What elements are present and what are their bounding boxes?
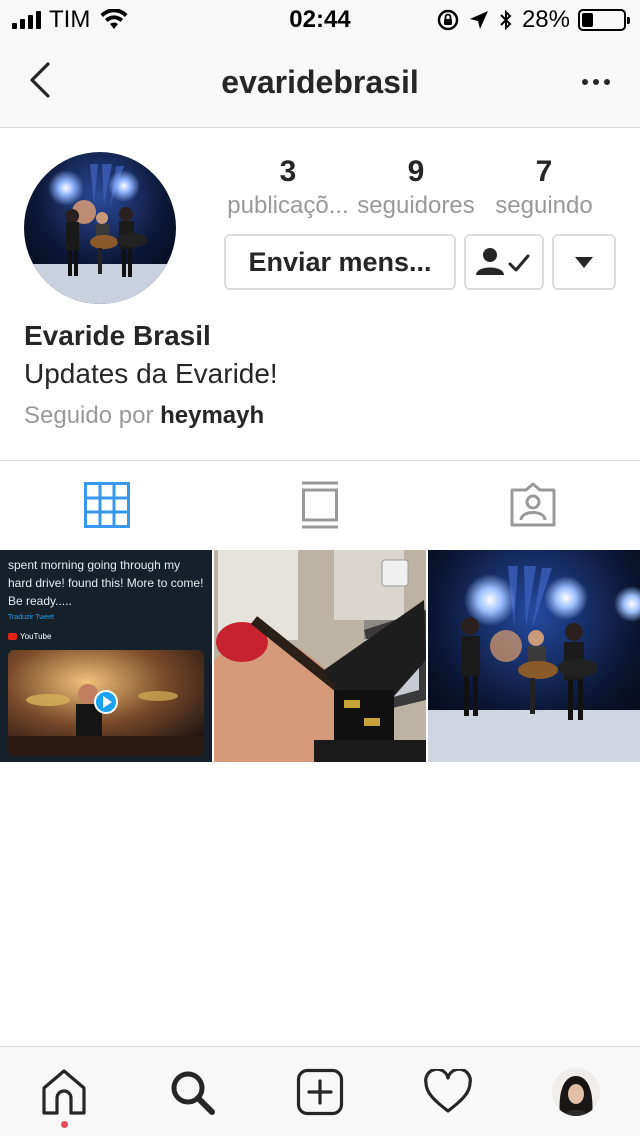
battery-percent: 28%	[521, 6, 570, 33]
rotation-lock-icon	[437, 9, 459, 31]
tab-grid[interactable]	[0, 461, 213, 548]
profile-tabs	[0, 460, 640, 548]
posts-label: publicaçõ...	[227, 194, 349, 218]
youtube-label: YouTube	[20, 632, 52, 641]
band-stage-photo	[428, 550, 640, 762]
posts-grid: spent morning going through my hard driv…	[0, 550, 640, 762]
stat-following[interactable]: 7 seguindo	[480, 150, 608, 218]
following-label: seguindo	[495, 194, 593, 218]
post-thumbnail[interactable]	[428, 550, 640, 762]
posts-count: 3	[279, 155, 297, 188]
more-dots-icon	[582, 79, 588, 85]
nav-new-post[interactable]	[256, 1047, 384, 1136]
tweet-video-thumbnail	[8, 650, 204, 756]
following-count: 7	[535, 155, 553, 188]
profile-header-bar: evaridebrasil	[0, 40, 640, 128]
nav-search[interactable]	[128, 1047, 256, 1136]
battery-icon	[578, 9, 630, 31]
followers-count: 9	[407, 155, 425, 188]
profile-avatar	[552, 1067, 600, 1116]
profile-full-name: Evaride Brasil	[24, 320, 211, 351]
tab-tagged[interactable]	[427, 461, 640, 548]
following-button[interactable]	[464, 234, 544, 290]
user-photo	[552, 1067, 600, 1116]
profile-avatar[interactable]	[24, 152, 176, 304]
tagged-photos-icon	[510, 482, 556, 526]
bottom-tab-bar	[0, 1046, 640, 1136]
followed-by-user[interactable]: heymayh	[160, 402, 264, 429]
stat-followers[interactable]: 9 seguidores	[352, 150, 480, 218]
suggestions-dropdown-button[interactable]	[552, 234, 616, 290]
post-thumbnail[interactable]: spent morning going through my hard driv…	[0, 550, 212, 762]
page-title: evaridebrasil	[221, 64, 419, 100]
location-arrow-icon	[469, 11, 488, 29]
new-post-icon	[296, 1068, 344, 1115]
battery-level	[582, 13, 594, 27]
drummer-photo	[8, 650, 204, 756]
triangle-down-icon	[575, 256, 593, 268]
followed-by[interactable]: Seguido por heymayh	[24, 402, 264, 430]
band-photo	[24, 152, 176, 304]
status-right: 28%	[436, 6, 630, 34]
search-icon	[171, 1071, 215, 1115]
post-thumbnail[interactable]	[214, 550, 426, 762]
tweet-translate-link: Traduzir Tweet	[8, 614, 54, 621]
profile-bio: Updates da Evaride!	[24, 358, 278, 389]
send-message-button[interactable]: Enviar mens...	[224, 234, 456, 290]
nav-profile[interactable]	[512, 1047, 640, 1136]
guitar-photo	[214, 550, 426, 762]
youtube-source: YouTube	[8, 632, 51, 641]
bluetooth-icon	[500, 9, 512, 31]
profile-stats: 3 publicaçõ... 9 seguidores 7 seguindo	[224, 150, 608, 218]
followers-label: seguidores	[357, 194, 475, 218]
status-bar: TIM 02:44 28%	[0, 0, 640, 40]
notification-dot	[61, 1121, 68, 1128]
home-icon	[42, 1068, 86, 1115]
tweet-text: spent morning going through my hard driv…	[8, 558, 204, 608]
person-check-icon	[476, 248, 530, 275]
grid-icon	[83, 481, 130, 528]
activity-heart-icon	[424, 1068, 472, 1113]
feed-list-icon	[301, 481, 338, 528]
nav-activity[interactable]	[384, 1047, 512, 1136]
youtube-icon	[8, 633, 17, 640]
more-options-button[interactable]	[576, 62, 616, 102]
stat-posts[interactable]: 3 publicaçõ...	[224, 150, 352, 218]
followed-by-prefix: Seguido por	[24, 402, 154, 429]
tab-feed[interactable]	[213, 461, 426, 548]
nav-home[interactable]	[0, 1047, 128, 1136]
